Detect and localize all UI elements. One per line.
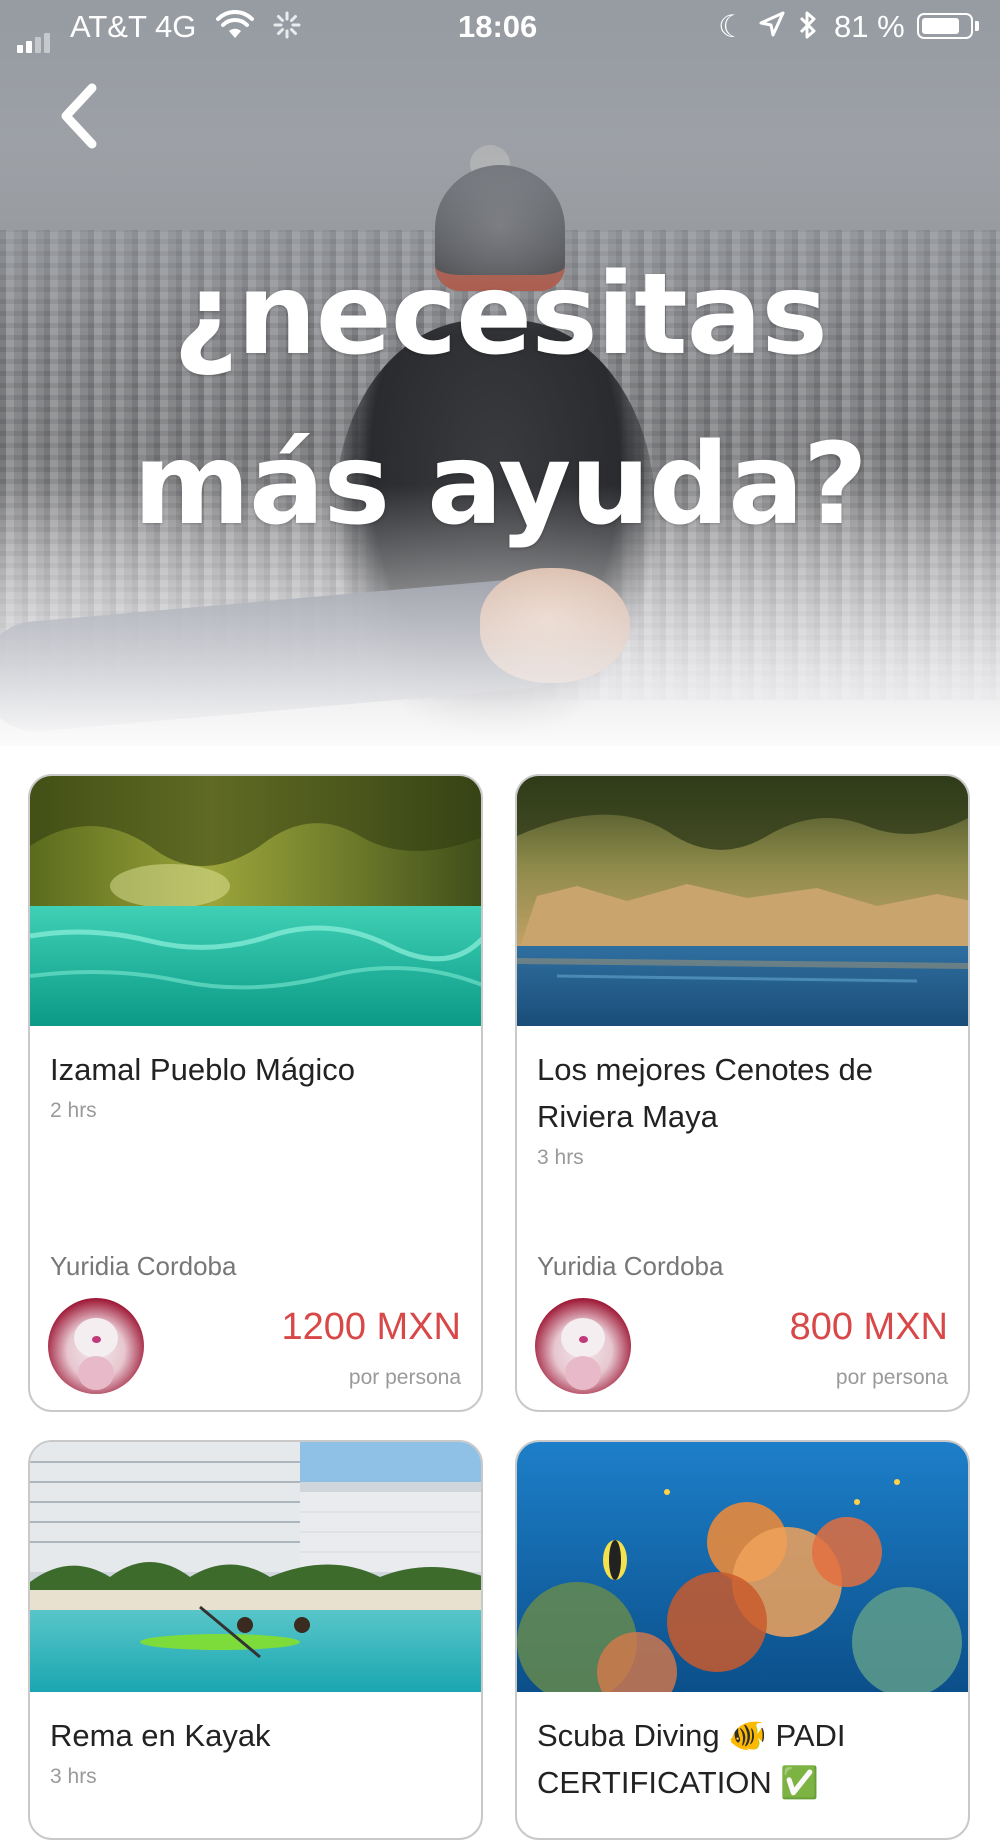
battery-level-fill <box>922 18 959 34</box>
hero-title-line2: más ayuda? <box>133 420 868 550</box>
tour-card-title: Rema en Kayak <box>50 1718 271 1753</box>
hero-banner: ¿necesitas más ayuda? <box>0 0 1000 746</box>
moon-icon: ☾ <box>718 9 746 44</box>
tour-card-title: Izamal Pueblo Mágico <box>50 1052 355 1087</box>
tour-card[interactable]: Scuba Diving 🐠 PADI CERTIFICATION ✅ <box>515 1440 970 1840</box>
carrier-label: AT&T 4G <box>70 9 197 44</box>
tour-card-image <box>30 776 481 1026</box>
battery-percentage: 81 % <box>834 9 905 44</box>
tour-card-image <box>517 776 968 1026</box>
tour-card-price-unit: por persona <box>835 1366 948 1389</box>
tour-card-price: 800 MXN <box>789 1306 948 1348</box>
battery-cap <box>975 21 979 31</box>
chevron-left-icon <box>61 83 97 149</box>
tour-card-duration: 3 hrs <box>537 1146 584 1169</box>
tour-card-duration: 3 hrs <box>50 1765 97 1788</box>
tour-card[interactable]: Rema en Kayak 3 hrs <box>28 1440 483 1840</box>
tour-card-guide-name: Yuridia Cordoba <box>50 1251 237 1281</box>
hero-title-line1: ¿necesitas <box>173 250 828 380</box>
tour-card-title: Scuba Diving 🐠 PADI CERTIFICATION ✅ <box>537 1718 846 1800</box>
hero-title: ¿necesitas más ayuda? <box>0 230 1000 570</box>
tour-card-image <box>30 1442 481 1692</box>
clock: 18:06 <box>458 9 538 44</box>
back-button[interactable] <box>54 78 114 154</box>
wifi-icon <box>216 9 254 48</box>
tour-card-image <box>517 1442 968 1712</box>
tour-card[interactable]: Los mejores Cenotes de Riviera Maya 3 hr… <box>515 774 970 1412</box>
battery-icon <box>917 13 973 39</box>
tour-card-guide-name: Yuridia Cordoba <box>537 1251 724 1281</box>
tour-card-price-unit: por persona <box>348 1366 461 1389</box>
guide-avatar <box>48 1298 144 1394</box>
tour-card[interactable]: Izamal Pueblo Mágico 2 hrs Yuridia Cordo… <box>28 774 483 1412</box>
tour-card-price: 1200 MXN <box>281 1306 461 1348</box>
tour-card-title: Los mejores Cenotes de Riviera Maya <box>537 1052 874 1134</box>
location-arrow-icon <box>758 9 786 47</box>
tour-card-duration: 2 hrs <box>50 1099 97 1122</box>
signal-strength-icon <box>17 17 53 53</box>
status-bar: AT&T 4G 18:06 ☾ 81 % <box>0 0 1000 54</box>
guide-avatar <box>535 1298 631 1394</box>
bluetooth-icon <box>796 9 820 49</box>
activity-spinner-icon <box>272 10 302 48</box>
